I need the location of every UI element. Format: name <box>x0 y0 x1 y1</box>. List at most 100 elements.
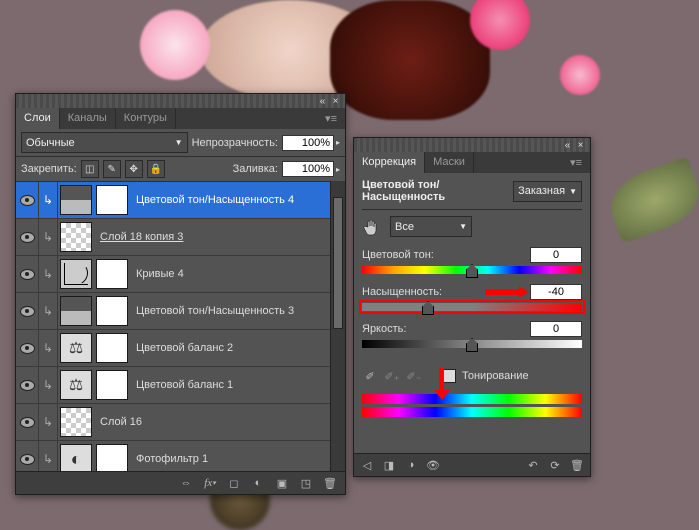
layer-thumb[interactable] <box>60 333 92 363</box>
layer-row[interactable]: ↳Цветовой баланс 2 <box>16 330 330 367</box>
collapse-icon[interactable]: « <box>317 96 328 107</box>
lock-all-icon[interactable]: 🔒 <box>147 160 165 178</box>
visibility-toggle[interactable] <box>16 293 39 329</box>
link-col: ↳ <box>39 293 58 329</box>
layer-thumb[interactable] <box>60 185 92 215</box>
layer-thumb[interactable] <box>60 444 92 471</box>
layer-row[interactable]: ↳Цветовой тон/Насыщенность 4 <box>16 182 330 219</box>
close-icon[interactable]: × <box>575 140 586 151</box>
layers-tabs: Слои Каналы Контуры ▾≡ <box>16 108 345 129</box>
mask-thumb[interactable] <box>96 444 128 471</box>
back-icon[interactable]: ◁ <box>360 458 374 472</box>
saturation-slider[interactable] <box>362 303 582 311</box>
layer-thumb[interactable] <box>60 407 92 437</box>
layer-row[interactable]: ↳ Цветовой тон/Насыщенность 3 <box>16 293 330 330</box>
adj-title: Цветовой тон/Насыщенность <box>362 179 513 203</box>
lock-transparency-icon[interactable]: ◫ <box>81 160 99 178</box>
saturation-input[interactable]: -40 <box>530 284 582 300</box>
preset-select[interactable]: Заказная▼ <box>513 181 582 202</box>
mask-thumb[interactable] <box>96 296 128 326</box>
eye-icon <box>20 306 35 317</box>
layer-row[interactable]: ↳Цветовой баланс 1 <box>16 367 330 404</box>
layer-thumb[interactable] <box>60 370 92 400</box>
saturation-label: Насыщенность: <box>362 286 442 298</box>
tab-masks[interactable]: Маски <box>425 152 474 173</box>
collapse-icon[interactable]: « <box>562 140 573 151</box>
colorize-checkbox[interactable] <box>442 369 456 383</box>
layer-name[interactable]: Фотофильтр 1 <box>136 453 330 465</box>
new-layer-icon[interactable]: ◳ <box>299 476 313 490</box>
layer-name[interactable]: Цветовой тон/Насыщенность 4 <box>136 194 330 206</box>
lightness-input[interactable]: 0 <box>530 321 582 337</box>
visibility-toggle[interactable] <box>16 441 39 471</box>
trash-icon[interactable]: 🗑 <box>323 476 337 490</box>
visibility-toggle[interactable] <box>16 182 39 218</box>
eye-icon <box>20 269 35 280</box>
tab-channels[interactable]: Каналы <box>60 108 116 129</box>
close-icon[interactable]: × <box>330 96 341 107</box>
layer-thumb[interactable] <box>60 296 92 326</box>
layers-panel-header[interactable]: « × <box>16 94 345 108</box>
tab-layers[interactable]: Слои <box>16 108 60 129</box>
lock-label: Закрепить: <box>21 163 77 175</box>
layer-thumb[interactable] <box>60 222 92 252</box>
layer-name[interactable]: Цветовой баланс 2 <box>136 342 330 354</box>
eyedropper-sub-icon[interactable]: ✐₋ <box>406 368 422 384</box>
visibility-toggle[interactable] <box>16 404 39 440</box>
panel-menu-icon[interactable]: ▾≡ <box>562 152 590 173</box>
hue-input[interactable]: 0 <box>530 247 582 263</box>
mask-icon[interactable]: ◻ <box>227 476 241 490</box>
scrollbar[interactable] <box>330 181 345 471</box>
fx-icon[interactable]: fx▾ <box>203 476 217 490</box>
mask-thumb[interactable] <box>96 259 128 289</box>
layer-row[interactable]: ↳ Слой 18 копия 3 <box>16 219 330 256</box>
lock-pixels-icon[interactable]: ✎ <box>103 160 121 178</box>
channel-select[interactable]: Все▼ <box>390 216 472 237</box>
mask-thumb[interactable] <box>96 185 128 215</box>
tab-corrections[interactable]: Коррекция <box>354 152 425 173</box>
layer-row[interactable]: ↳Фотофильтр 1 <box>16 441 330 471</box>
layer-row[interactable]: ↳Слой 16 <box>16 404 330 441</box>
adjustment-icon[interactable]: ◐ <box>251 476 265 490</box>
panel-menu-icon[interactable]: ▾≡ <box>317 108 345 129</box>
link-col: ↳ <box>39 219 58 255</box>
layer-name[interactable]: Кривые 4 <box>136 268 330 280</box>
opacity-input[interactable]: 100% <box>282 135 334 151</box>
eye-icon[interactable]: 👁 <box>426 458 440 472</box>
visibility-toggle[interactable] <box>16 219 39 255</box>
reset-icon[interactable]: ⟳ <box>548 458 562 472</box>
scrubby-hand-icon[interactable] <box>362 217 382 237</box>
link-layers-icon[interactable]: ⇔ <box>179 476 193 490</box>
expand-icon[interactable]: ◨ <box>382 458 396 472</box>
eye-icon <box>20 454 35 465</box>
fill-label: Заливка: <box>233 163 278 175</box>
layer-name[interactable]: Цветовой тон/Насыщенность 3 <box>136 305 330 317</box>
tab-paths[interactable]: Контуры <box>116 108 176 129</box>
previous-state-icon[interactable]: ↶ <box>526 458 540 472</box>
hue-slider[interactable] <box>362 266 582 274</box>
layer-name[interactable]: Слой 16 <box>100 416 330 428</box>
layer-thumb[interactable] <box>60 259 92 289</box>
eyedropper-icon[interactable]: ✐ <box>362 368 378 384</box>
fill-input[interactable]: 100% <box>282 161 334 177</box>
trash-icon[interactable]: 🗑 <box>570 458 584 472</box>
layer-name[interactable]: Цветовой баланс 1 <box>136 379 330 391</box>
eye-icon <box>20 343 35 354</box>
mask-thumb[interactable] <box>96 333 128 363</box>
layer-row[interactable]: ↳Кривые 4 <box>16 256 330 293</box>
layers-bottom-bar: ⇔ fx▾ ◻ ◐ ▣ ◳ 🗑 <box>16 471 345 494</box>
blend-mode-select[interactable]: Обычные ▼ <box>21 132 188 153</box>
visibility-toggle[interactable] <box>16 330 39 366</box>
visibility-toggle[interactable] <box>16 367 39 403</box>
lock-position-icon[interactable]: ✥ <box>125 160 143 178</box>
eye-icon <box>20 380 35 391</box>
hue-label: Цветовой тон: <box>362 249 434 261</box>
layer-name[interactable]: Слой 18 копия 3 <box>100 231 330 243</box>
eyedropper-add-icon[interactable]: ✐₊ <box>384 368 400 384</box>
lightness-slider[interactable] <box>362 340 582 348</box>
adj-panel-header[interactable]: « × <box>354 138 590 152</box>
group-icon[interactable]: ▣ <box>275 476 289 490</box>
mask-thumb[interactable] <box>96 370 128 400</box>
clip-icon[interactable]: ◑ <box>404 458 418 472</box>
visibility-toggle[interactable] <box>16 256 39 292</box>
